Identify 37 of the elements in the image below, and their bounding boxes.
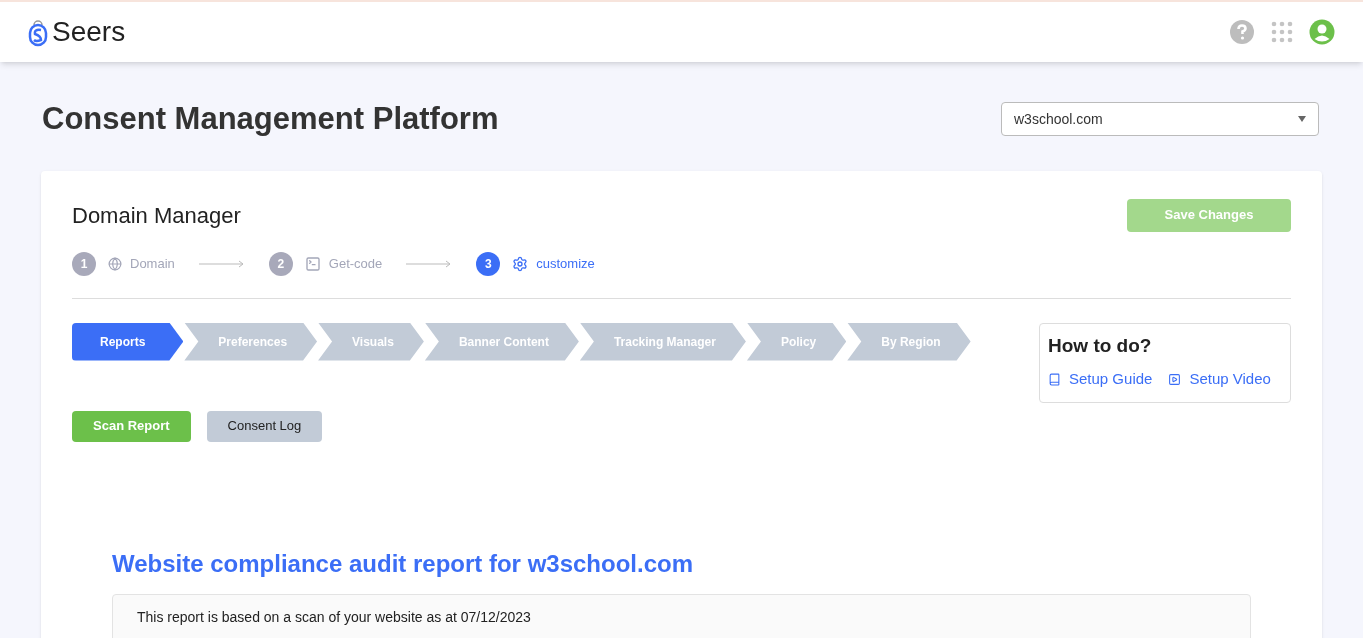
arrow-icon xyxy=(406,259,453,268)
terminal-icon xyxy=(304,255,321,272)
report-text: This report is based on a scan of your website as at 07/12/2023 xyxy=(137,607,532,627)
help-link[interactable]: Setup Guide xyxy=(1048,368,1153,391)
report-type-button[interactable]: Consent Log xyxy=(206,410,323,442)
card-title: Domain Manager xyxy=(72,201,241,230)
step-label[interactable]: Domain xyxy=(130,253,175,274)
arrow-icon xyxy=(198,259,245,268)
step-tab[interactable]: Tracking Manager xyxy=(579,322,746,361)
help-icon[interactable] xyxy=(1229,19,1255,45)
dropdown-caret-icon xyxy=(1298,116,1306,123)
step-label[interactable]: customize xyxy=(536,253,595,274)
step-number: 3 xyxy=(476,251,501,276)
step-number: 2 xyxy=(268,251,293,276)
apps-grid-icon[interactable] xyxy=(1271,21,1293,43)
logo-text: Seers xyxy=(52,15,126,49)
report-title: Website compliance audit report for w3school.com xyxy=(112,548,694,579)
step-tab[interactable]: Banner Content xyxy=(424,322,579,361)
report-type-button[interactable]: Scan Report xyxy=(72,410,191,442)
step-tab[interactable]: Policy xyxy=(746,322,847,361)
logo-icon xyxy=(28,17,48,47)
save-changes-button[interactable]: Save Changes xyxy=(1127,198,1291,232)
settings-icon xyxy=(512,255,529,272)
step-tab[interactable]: Visuals xyxy=(318,322,424,361)
step-number: 1 xyxy=(72,251,96,276)
play-icon xyxy=(1168,372,1182,386)
user-avatar-icon[interactable] xyxy=(1309,19,1335,45)
globe-icon xyxy=(108,256,122,271)
domain-select[interactable]: w3school.com xyxy=(1001,102,1319,137)
page-title: Consent Management Platform xyxy=(42,100,499,138)
help-link[interactable]: Setup Video xyxy=(1168,368,1271,391)
book-icon xyxy=(1048,372,1061,386)
step-tab[interactable]: Preferences xyxy=(184,322,318,361)
step-tab[interactable]: Reports xyxy=(72,322,184,361)
step-label[interactable]: Get-code xyxy=(328,253,383,274)
step-tab[interactable]: By Region xyxy=(847,322,971,361)
how-to-title: How to do? xyxy=(1048,333,1153,358)
